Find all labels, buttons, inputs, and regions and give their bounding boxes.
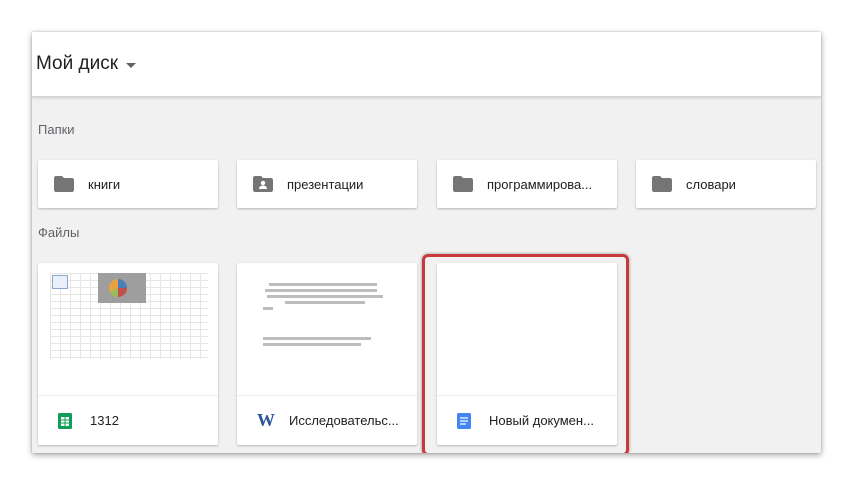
file-thumbnail [437, 263, 617, 395]
files-section-label: Файлы [38, 225, 80, 240]
file-footer: 1312 [38, 395, 218, 445]
file-card-1312[interactable]: 1312 [38, 263, 218, 445]
folder-label: презентации [287, 176, 364, 192]
folder-label: книги [88, 176, 121, 192]
folder-label: программирова... [487, 176, 593, 192]
chart-preview [98, 273, 146, 303]
folder-label: словари [686, 176, 736, 192]
page-title[interactable]: Мой диск [36, 53, 118, 75]
folder-icon [54, 176, 74, 192]
folder-icon [652, 176, 672, 192]
header: Мой диск [32, 32, 821, 97]
file-footer: W Исследовательс... [237, 395, 417, 445]
file-label: 1312 [90, 413, 119, 428]
google-docs-icon [457, 412, 471, 429]
pie-chart-icon [109, 279, 127, 297]
dropdown-caret-icon[interactable] [126, 62, 137, 68]
folder-card-programmirovanie[interactable]: программирова... [437, 160, 617, 208]
file-card-novyi-dokument[interactable]: Новый докумен... [437, 263, 617, 445]
folder-card-knigi[interactable]: книги [38, 160, 218, 208]
file-footer: Новый докумен... [437, 395, 617, 445]
shared-folder-icon [253, 176, 273, 192]
drive-window: Мой диск Папки книги презентации програм… [32, 32, 821, 453]
folders-section-label: Папки [38, 122, 75, 137]
google-sheets-icon [58, 412, 72, 429]
file-card-issledovatelskaya[interactable]: W Исследовательс... [237, 263, 417, 445]
file-label: Исследовательс... [289, 413, 399, 428]
file-thumbnail [38, 263, 218, 395]
folder-icon [453, 176, 473, 192]
folder-card-slovari[interactable]: словари [636, 160, 816, 208]
file-thumbnail [237, 263, 417, 395]
table-preview [52, 275, 68, 289]
folder-card-prezentatsii[interactable]: презентации [237, 160, 417, 208]
word-icon: W [257, 410, 275, 430]
file-label: Новый докумен... [489, 413, 594, 428]
